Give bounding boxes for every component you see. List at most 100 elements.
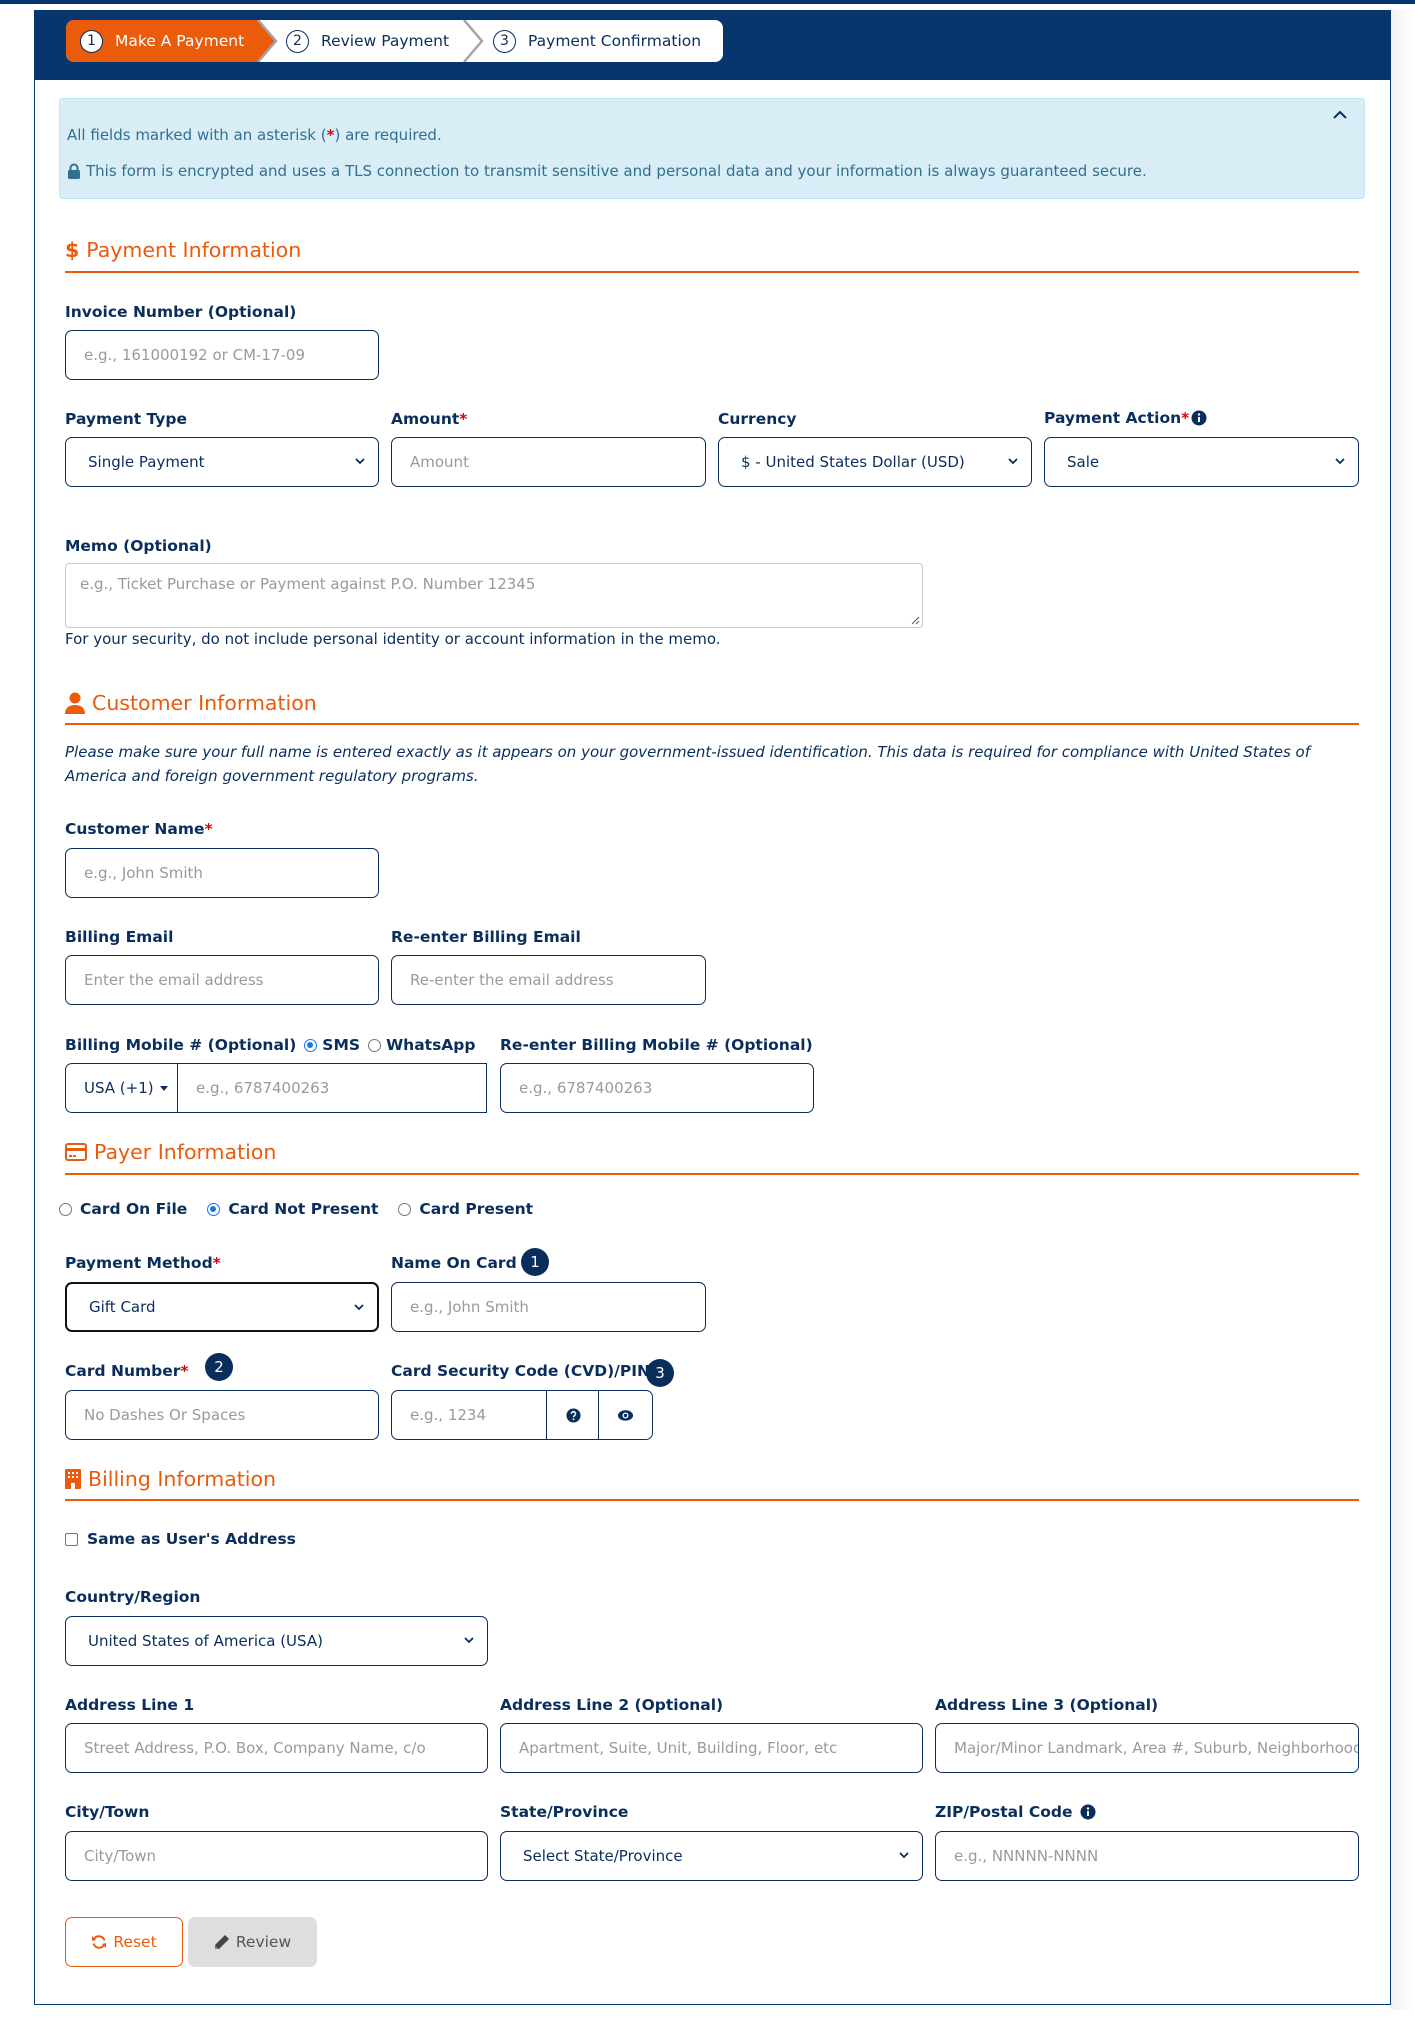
- section-divider: [65, 723, 1359, 725]
- chevron-down-icon: [1335, 458, 1345, 465]
- memo-textarea[interactable]: e.g., Ticket Purchase or Payment against…: [65, 563, 923, 628]
- reenter-mobile-label: Re-enter Billing Mobile # (Optional): [500, 1036, 813, 1054]
- checkbox-label: Same as User's Address: [87, 1530, 296, 1548]
- state-select[interactable]: Select State/Province: [500, 1831, 923, 1881]
- country-code-value: USA (+1): [84, 1079, 154, 1097]
- card-present-radio[interactable]: [398, 1202, 412, 1216]
- required-asterisk: *: [204, 820, 213, 838]
- button-label: Review: [235, 1933, 292, 1951]
- info-icon[interactable]: [1080, 1804, 1096, 1820]
- name-on-card-label: Name On Card: [391, 1254, 517, 1272]
- country-code-dropdown[interactable]: USA (+1): [66, 1064, 178, 1112]
- lock-icon: [68, 163, 80, 179]
- section-divider: [65, 1499, 1359, 1501]
- address3-input[interactable]: Major/Minor Landmark, Area #, Suburb, Ne…: [935, 1723, 1359, 1773]
- user-icon: [65, 692, 85, 714]
- card-number-input[interactable]: No Dashes Or Spaces: [65, 1390, 379, 1440]
- step-label: Make A Payment: [115, 32, 245, 50]
- page-shadow: [1391, 10, 1415, 2010]
- reenter-email-label: Re-enter Billing Email: [391, 928, 581, 946]
- payment-method-select[interactable]: Gift Card: [65, 1282, 379, 1332]
- step-label: Review Payment: [321, 32, 450, 50]
- chevron-down-icon: [354, 1304, 364, 1311]
- step-badge-2: 2: [205, 1353, 233, 1381]
- card-on-file-radio[interactable]: [59, 1202, 72, 1216]
- label-text: Billing Mobile # (Optional): [65, 1036, 297, 1054]
- invoice-number-input[interactable]: e.g., 161000192 or CM-17-09: [65, 330, 379, 380]
- payment-action-select[interactable]: Sale: [1044, 437, 1359, 487]
- step-payment-confirmation: 3 Payment Confirmation: [493, 20, 701, 62]
- name-on-card-input[interactable]: e.g., John Smith: [391, 1282, 706, 1332]
- pencil-icon: [214, 1935, 229, 1949]
- label-text: Customer Name: [65, 820, 205, 838]
- country-label: Country/Region: [65, 1588, 201, 1606]
- city-input[interactable]: City/Town: [65, 1831, 488, 1881]
- step-badge-3: 3: [646, 1359, 674, 1387]
- step-make-payment: 1 Make A Payment: [66, 20, 276, 62]
- section-divider: [65, 1173, 1359, 1175]
- whatsapp-radio[interactable]: [368, 1038, 382, 1052]
- card-on-file-option[interactable]: Card On File: [59, 1200, 187, 1218]
- address1-input[interactable]: Street Address, P.O. Box, Company Name, …: [65, 1723, 488, 1773]
- zip-input[interactable]: e.g., NNNNN-NNNN: [935, 1831, 1359, 1881]
- customer-name-note: Please make sure your full name is enter…: [65, 740, 1359, 788]
- billing-mobile-input[interactable]: e.g., 6787400263: [178, 1079, 329, 1097]
- chevron-up-icon[interactable]: [1330, 105, 1350, 125]
- security-code-input[interactable]: e.g., 1234: [410, 1406, 486, 1424]
- reenter-email-input[interactable]: Re-enter the email address: [391, 955, 706, 1005]
- same-as-user-option[interactable]: Same as User's Address: [65, 1530, 296, 1548]
- card-not-present-radio[interactable]: [207, 1202, 221, 1216]
- dollar-icon: $: [65, 238, 80, 262]
- placeholder-text: e.g., Ticket Purchase or Payment against…: [80, 575, 536, 593]
- country-select[interactable]: United States of America (USA): [65, 1616, 488, 1666]
- address2-label: Address Line 2 (Optional): [500, 1696, 724, 1714]
- amount-input[interactable]: Amount: [391, 437, 706, 487]
- info-icon[interactable]: [1191, 410, 1207, 426]
- selected-value: Single Payment: [88, 453, 205, 471]
- step-review-payment: 2 Review Payment: [286, 20, 449, 62]
- invoice-label: Invoice Number (Optional): [65, 303, 297, 321]
- step-separator-icon: [463, 20, 484, 62]
- step-number: 3: [493, 29, 516, 53]
- review-button[interactable]: Review: [188, 1917, 317, 1967]
- billing-email-input[interactable]: Enter the email address: [65, 955, 379, 1005]
- required-asterisk: *: [459, 410, 468, 428]
- option-label: Card On File: [80, 1200, 188, 1218]
- customer-info-heading: Customer Information: [65, 691, 317, 715]
- customer-name-input[interactable]: e.g., John Smith: [65, 848, 379, 898]
- customer-name-label: Customer Name *: [65, 820, 213, 838]
- step-badge-1: 1: [521, 1248, 549, 1276]
- reset-button[interactable]: Reset: [65, 1917, 183, 1967]
- progress-stepper: 1 Make A Payment 2 Review Payment 3 Paym…: [66, 20, 723, 62]
- whatsapp-label: WhatsApp: [386, 1036, 476, 1054]
- required-fields-note: All fields marked with an asterisk (*) a…: [67, 126, 442, 144]
- label-text: ZIP/Postal Code: [935, 1803, 1073, 1821]
- currency-select[interactable]: $ - United States Dollar (USD): [718, 437, 1032, 487]
- chevron-down-icon: [899, 1852, 909, 1859]
- card-present-option[interactable]: Card Present: [398, 1200, 533, 1218]
- label-text: Payment Action: [1044, 409, 1182, 427]
- button-label: Reset: [113, 1933, 157, 1951]
- step-number: 2: [286, 29, 309, 53]
- top-accent-bar: [0, 0, 1415, 4]
- cvd-help-button[interactable]: [546, 1391, 600, 1439]
- toggle-visibility-button[interactable]: [598, 1391, 652, 1439]
- card-not-present-option[interactable]: Card Not Present: [207, 1200, 378, 1218]
- selected-value: $ - United States Dollar (USD): [741, 453, 965, 471]
- reenter-mobile-input[interactable]: e.g., 6787400263: [500, 1063, 814, 1113]
- card-mode-radio-group: Card On File Card Not Present Card Prese…: [59, 1200, 553, 1218]
- sms-radio[interactable]: [304, 1038, 318, 1052]
- note-line: Please make sure your full name is enter…: [65, 743, 1311, 761]
- label-text: Card Security Code (CVD)/PIN: [391, 1362, 650, 1380]
- secure-note: This form is encrypted and uses a TLS co…: [67, 162, 1147, 180]
- address2-input[interactable]: Apartment, Suite, Unit, Building, Floor,…: [500, 1723, 923, 1773]
- step-number: 1: [80, 29, 103, 53]
- billing-mobile-group: USA (+1) e.g., 6787400263: [65, 1063, 487, 1113]
- selected-value: Select State/Province: [523, 1847, 683, 1865]
- step-label: Payment Confirmation: [528, 32, 702, 50]
- same-as-user-checkbox[interactable]: [65, 1532, 78, 1546]
- resize-handle-icon[interactable]: [910, 615, 920, 625]
- section-title-text: Customer Information: [92, 691, 317, 715]
- billing-info-heading: Billing Information: [65, 1467, 276, 1491]
- payment-type-select[interactable]: Single Payment: [65, 437, 379, 487]
